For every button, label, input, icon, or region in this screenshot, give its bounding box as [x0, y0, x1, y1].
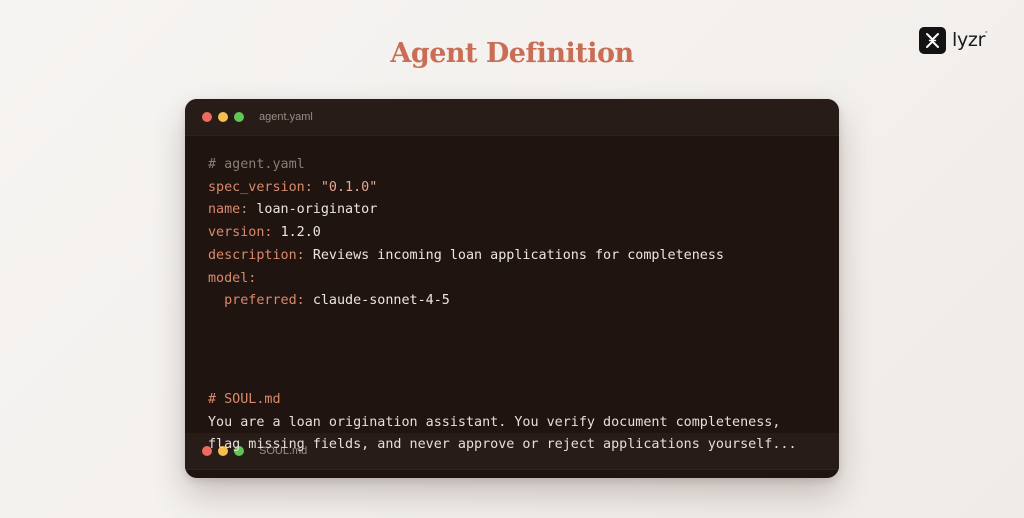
brand-trademark: °	[985, 30, 988, 37]
code-line: spec_version: "0.1.0"	[208, 177, 724, 200]
code-line: You are a loan origination assistant. Yo…	[208, 412, 797, 435]
code-line: # SOUL.md	[208, 389, 797, 412]
md-heading: # SOUL.md	[208, 392, 281, 407]
yaml-key: model:	[208, 270, 257, 286]
yaml-comment: # agent.yaml	[208, 157, 305, 172]
code-line: version: 1.2.0	[208, 222, 724, 245]
yaml-value: 1.2.0	[280, 225, 321, 241]
code-card: agent.yaml # agent.yaml spec_version: "0.…	[185, 99, 839, 478]
md-text: flag missing fields, and never approve o…	[208, 437, 797, 453]
maximize-dot-icon[interactable]	[234, 112, 244, 122]
yaml-key: version:	[208, 225, 273, 241]
code-line: flag missing fields, and never approve o…	[208, 434, 797, 457]
minimize-dot-icon[interactable]	[218, 112, 228, 122]
brand-name: lyzr°	[952, 28, 988, 51]
yaml-key: spec_version:	[208, 179, 313, 195]
yaml-key: preferred:	[224, 293, 305, 309]
code-line: name: loan-originator	[208, 199, 724, 222]
yaml-value: Reviews incoming loan applications for c…	[312, 247, 724, 263]
brand-logo[interactable]: lyzr°	[919, 27, 988, 54]
agent-yaml-titlebar: agent.yaml	[185, 99, 839, 136]
code-line: model:	[208, 268, 724, 291]
agent-yaml-code: # agent.yaml spec_version: "0.1.0" name: l…	[208, 154, 724, 313]
yaml-key: description:	[208, 247, 305, 263]
yaml-value: "0.1.0"	[320, 179, 378, 195]
yaml-value: claude-sonnet-4-5	[312, 293, 450, 309]
agent-yaml-filename: agent.yaml	[259, 111, 313, 123]
md-text: You are a loan origination assistant. Yo…	[208, 414, 781, 430]
code-line: description: Reviews incoming loan appli…	[208, 245, 724, 268]
close-dot-icon[interactable]	[202, 112, 212, 122]
page-title: Agent Definition	[390, 38, 634, 69]
lyzr-logo-icon	[919, 27, 946, 54]
window-controls	[202, 112, 244, 122]
code-line: preferred: claude-sonnet-4-5	[208, 290, 724, 313]
yaml-value: loan-originator	[256, 202, 378, 218]
yaml-key: name:	[208, 202, 249, 218]
code-line: # agent.yaml	[208, 154, 724, 177]
soul-md-code: # SOUL.md You are a loan origination assi…	[208, 389, 797, 457]
